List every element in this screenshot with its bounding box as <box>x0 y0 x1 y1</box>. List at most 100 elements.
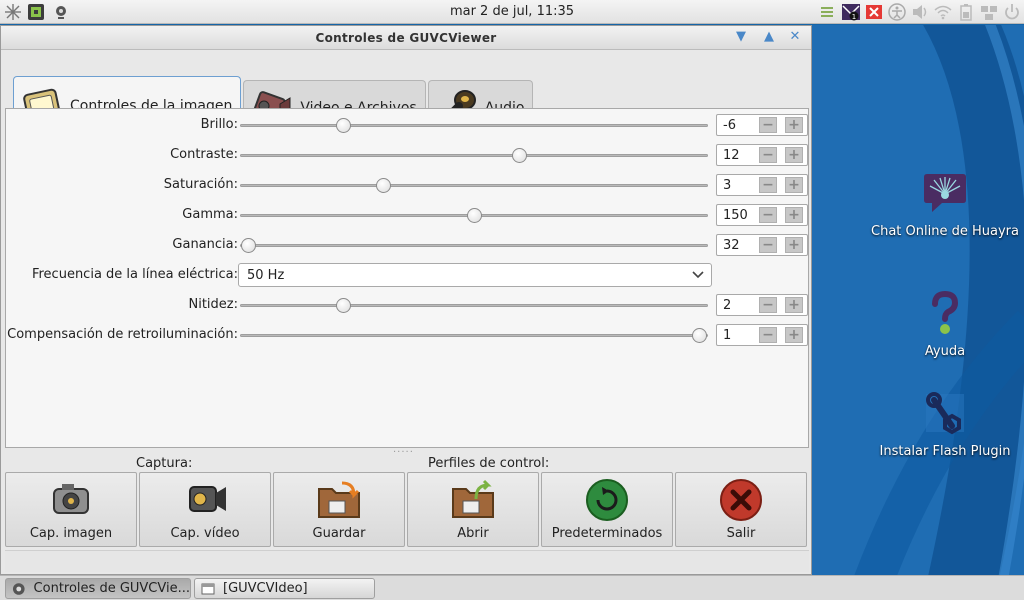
maximize-button[interactable]: ▲ <box>761 29 777 45</box>
decrement-button[interactable]: − <box>759 177 777 193</box>
capture-image-button[interactable]: Cap. imagen <box>5 472 137 547</box>
save-folder-icon <box>318 481 360 518</box>
close-window-button[interactable]: ✕ <box>787 29 803 45</box>
pane-resize-handle[interactable]: ····· <box>393 447 414 458</box>
increment-button[interactable]: + <box>785 327 803 343</box>
nitidez-slider[interactable] <box>240 298 708 313</box>
saturacion-slider[interactable] <box>240 178 708 193</box>
button-label: Cap. vídeo <box>170 526 240 541</box>
spin-value[interactable]: 1 <box>723 328 731 343</box>
slider-thumb[interactable] <box>336 118 351 133</box>
control-label: Contraste: <box>170 147 238 162</box>
control-label: Gamma: <box>182 207 238 222</box>
control-label: Saturación: <box>163 177 238 192</box>
button-label: Abrir <box>457 526 489 541</box>
battery-icon[interactable] <box>956 3 976 21</box>
accessibility-icon[interactable] <box>887 3 907 21</box>
desktop-icon-help[interactable]: Ayuda <box>870 290 1020 359</box>
increment-button[interactable]: + <box>785 117 803 133</box>
exit-button[interactable]: Salir <box>675 472 807 547</box>
taskbar-item-controls[interactable]: Controles de GUVCVie... <box>5 578 191 599</box>
nitidez-spinbox[interactable]: 2 − + <box>716 294 808 316</box>
chevron-down-icon[interactable] <box>691 267 705 281</box>
decrement-button[interactable]: − <box>759 207 777 223</box>
decrement-button[interactable]: − <box>759 237 777 253</box>
button-label: Cap. imagen <box>29 526 113 541</box>
desktop-icon-chat[interactable]: Chat Online de Huayra <box>870 170 1020 239</box>
contraste-spinbox[interactable]: 12 − + <box>716 144 808 166</box>
slider-thumb[interactable] <box>467 208 482 223</box>
mail-notification-icon[interactable]: 1 <box>841 3 861 21</box>
increment-button[interactable]: + <box>785 147 803 163</box>
close-app-icon[interactable] <box>864 3 884 21</box>
decrement-button[interactable]: − <box>759 297 777 313</box>
desktop-icon-flash[interactable]: Instalar Flash Plugin <box>870 390 1020 459</box>
window-title: Controles de GUVCViewer <box>315 31 497 45</box>
retroiluminacion-spinbox[interactable]: 1 − + <box>716 324 808 346</box>
increment-button[interactable]: + <box>785 237 803 253</box>
wrench-icon <box>926 392 964 435</box>
increment-button[interactable]: + <box>785 177 803 193</box>
slider-thumb[interactable] <box>376 178 391 193</box>
contraste-slider[interactable] <box>240 148 708 163</box>
spin-value[interactable]: 2 <box>723 298 731 313</box>
retroiluminacion-slider[interactable] <box>240 328 708 343</box>
control-row-saturacion: Saturación: 3 − + <box>6 173 810 197</box>
slider-thumb[interactable] <box>692 328 707 343</box>
open-folder-icon <box>452 479 494 518</box>
open-profile-button[interactable]: Abrir <box>407 472 539 547</box>
decrement-button[interactable]: − <box>759 117 777 133</box>
webcam-icon <box>12 582 25 595</box>
wifi-icon[interactable] <box>933 3 953 21</box>
capture-video-button[interactable]: Cap. vídeo <box>139 472 271 547</box>
ganancia-slider[interactable] <box>240 238 708 253</box>
slider-thumb[interactable] <box>241 238 256 253</box>
slider-thumb[interactable] <box>512 148 527 163</box>
photo-camera-icon <box>53 484 89 514</box>
taskbar: Controles de GUVCVie... [GUVCVIdeo] <box>0 575 1024 600</box>
spin-value[interactable]: 12 <box>723 148 740 163</box>
svg-text:1: 1 <box>852 13 856 21</box>
notes-icon[interactable] <box>818 3 838 21</box>
increment-button[interactable]: + <box>785 207 803 223</box>
spin-value[interactable]: 32 <box>723 238 740 253</box>
gamma-slider[interactable] <box>240 208 708 223</box>
slider-thumb[interactable] <box>336 298 351 313</box>
spin-value[interactable]: 3 <box>723 178 731 193</box>
button-label: Guardar <box>312 526 366 541</box>
desktop: Chat Online de Huayra Ayuda Instalar Fla… <box>812 25 1024 575</box>
window-titlebar[interactable]: Controles de GUVCViewer ▼ ▲ ✕ <box>1 26 811 50</box>
guvcviewer-controls-window: Controles de GUVCViewer ▼ ▲ ✕ Controles … <box>0 25 812 575</box>
exit-icon <box>720 479 762 521</box>
defaults-button[interactable]: Predeterminados <box>541 472 673 547</box>
taskbar-item-video[interactable]: [GUVCVIdeo] <box>194 578 375 599</box>
desktop-icon-label: Ayuda <box>924 344 966 359</box>
brillo-slider[interactable] <box>240 118 708 133</box>
control-label: Compensación de retroiluminación: <box>7 327 238 342</box>
window-icon <box>201 583 215 594</box>
decrement-button[interactable]: − <box>759 147 777 163</box>
frecuencia-dropdown[interactable]: 50 Hz <box>238 263 712 287</box>
control-label: Frecuencia de la línea eléctrica: <box>31 267 238 282</box>
control-label: Ganancia: <box>172 237 238 252</box>
minimize-button[interactable]: ▼ <box>733 29 749 45</box>
volume-icon[interactable] <box>910 3 930 21</box>
ganancia-spinbox[interactable]: 32 − + <box>716 234 808 256</box>
power-icon[interactable] <box>1002 3 1022 21</box>
brillo-spinbox[interactable]: -6 − + <box>716 114 808 136</box>
decrement-button[interactable]: − <box>759 327 777 343</box>
spin-value[interactable]: 150 <box>723 208 748 223</box>
chat-bubble-icon <box>924 174 966 212</box>
control-row-gamma: Gamma: 150 − + <box>6 203 810 227</box>
help-icon <box>932 290 959 334</box>
increment-button[interactable]: + <box>785 297 803 313</box>
image-controls-panel: Brillo: -6 − + Contraste: 12 − + Saturac… <box>5 108 809 448</box>
network-icon[interactable] <box>979 3 999 21</box>
saturacion-spinbox[interactable]: 3 − + <box>716 174 808 196</box>
gamma-spinbox[interactable]: 150 − + <box>716 204 808 226</box>
control-row-ganancia: Ganancia: 32 − + <box>6 233 810 257</box>
spin-value[interactable]: -6 <box>723 118 736 133</box>
desktop-icon-label: Instalar Flash Plugin <box>879 444 1011 459</box>
top-panel: mar 2 de jul, 11:35 1 <box>0 0 1024 24</box>
save-profile-button[interactable]: Guardar <box>273 472 405 547</box>
